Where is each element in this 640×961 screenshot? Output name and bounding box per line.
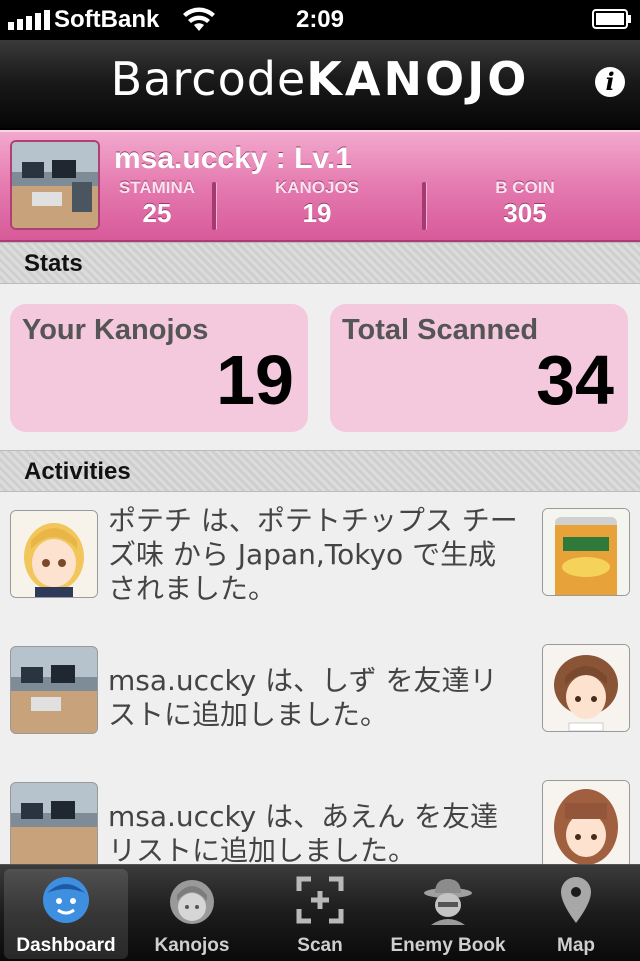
map-pin-icon [561,877,591,923]
bcoin-stat: B COIN 305 [470,178,580,229]
user-name-level: msa.uccky : Lv.1 [114,142,352,175]
status-time: 2:09 [295,6,345,33]
stat-divider [422,182,427,230]
activity-text: msa.uccky は、あえん を友達リストに追加しました。 [108,800,499,867]
hat-man-icon [424,879,472,925]
tab-label: Scan [297,935,343,956]
tab-label: Kanojos [154,935,230,956]
activity-text: ポテチ は、ポテトチップス チーズ味 から Japan,Tokyo で生成されま… [108,504,518,605]
stat-label: B COIN [495,178,555,197]
snack-can-icon [543,509,629,595]
activity-item[interactable]: ポテチ は、ポテトチップス チーズ味 から Japan,Tokyo で生成されま… [0,494,640,631]
app-title-barcode: Barcode [110,52,307,106]
activities-section-header: Activities [0,450,640,492]
stat-value: 305 [503,198,547,228]
section-title: Activities [24,458,131,485]
tab-label: Map [557,935,595,956]
stat-value: 19 [302,198,332,228]
office-photo-icon [11,647,97,733]
tab-enemy-book[interactable]: Enemy Book [386,869,510,959]
tab-dashboard[interactable]: Dashboard [4,869,128,959]
user-avatar-small [10,782,98,870]
tab-label: Dashboard [16,935,116,956]
stat-label: STAMINA [118,178,196,197]
scan-icon [296,876,344,924]
status-bar: SoftBank 2:09 [0,0,640,40]
tab-kanojos[interactable]: Kanojos [130,869,254,959]
activity-text: msa.uccky は、しず を友達リストに追加しました。 [108,664,498,731]
product-thumbnail [542,508,630,596]
card-label: Your Kanojos [22,314,209,346]
brown-hair-girl-icon [543,645,629,731]
tab-map[interactable]: Map [514,869,638,959]
activity-item[interactable]: msa.uccky は、しず を友達リストに追加しました。 [0,630,640,767]
stamina-stat: STAMINA 25 [114,178,200,229]
user-avatar-small [10,646,98,734]
profile-summary: msa.uccky : Lv.1 STAMINA 25 KANOJOS 19 B… [0,130,640,242]
battery-icon [592,9,631,29]
kanojo-avatar [10,510,98,598]
app-title: BarcodeKANOJO [0,52,640,106]
stat-value: 25 [142,198,172,228]
user-avatar[interactable] [10,140,100,230]
stat-divider [212,182,217,230]
info-button[interactable]: i [595,67,625,97]
your-kanojos-card: Your Kanojos 19 [10,304,308,432]
office-photo-icon [12,142,98,228]
kanojo-avatar [542,644,630,732]
app-title-kanojo: KANOJO [306,52,530,106]
face-icon [43,877,89,923]
card-label: Total Scanned [342,314,539,346]
blonde-girl-icon [11,511,97,597]
long-hair-girl-icon [543,781,629,867]
office-photo-icon [11,783,97,869]
stats-section-header: Stats [0,242,640,284]
navigation-bar: BarcodeKANOJO [0,40,640,130]
girl-face-icon [170,880,214,924]
tab-bar: Dashboard Kanojos Scan Enemy Book Map [0,864,640,961]
card-value: 34 [536,341,614,419]
kanojo-avatar [542,780,630,868]
section-title: Stats [24,250,83,277]
total-scanned-card: Total Scanned 34 [330,304,628,432]
card-value: 19 [216,341,294,419]
kanojos-stat: KANOJOS 19 [262,178,372,229]
tab-label: Enemy Book [390,935,506,956]
tab-scan[interactable]: Scan [258,869,382,959]
stat-label: KANOJOS [274,178,360,197]
